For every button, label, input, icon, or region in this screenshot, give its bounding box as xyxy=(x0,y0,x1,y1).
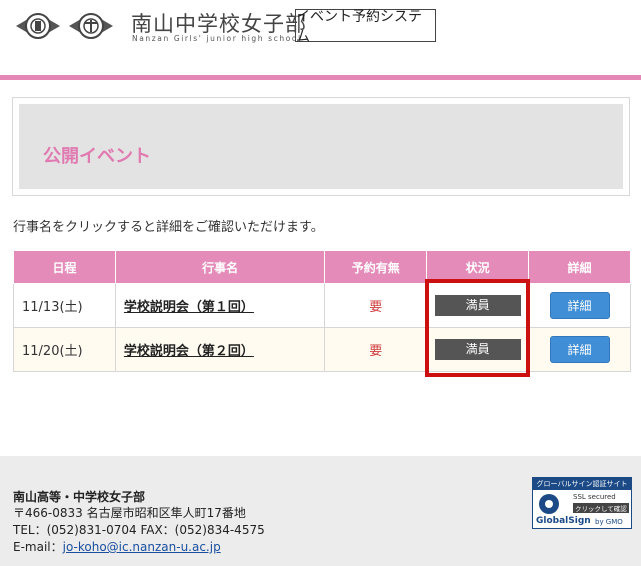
event-name-cell: 学校説明会（第２回） xyxy=(114,327,326,372)
system-name-box[interactable]: イベント予約システム xyxy=(295,9,436,45)
title-panel: 公開イベント xyxy=(19,104,623,189)
footer-school-name: 南山高等・中学校女子部 xyxy=(13,490,146,504)
column-header-detail: 詳細 xyxy=(528,250,631,284)
table-header-row: 日程 行事名 予約有無 状況 詳細 xyxy=(13,250,631,284)
column-header-date: 日程 xyxy=(13,250,116,284)
detail-button[interactable]: 詳細 xyxy=(549,292,610,319)
event-date: 11/13(土) xyxy=(13,283,116,328)
badge-title: グローバルサイン認証サイト xyxy=(533,478,631,490)
table-row: 11/13(土) 学校説明会（第１回） 要 満員 詳細 xyxy=(13,283,631,328)
eye-icon xyxy=(539,494,559,514)
column-header-event: 行事名 xyxy=(114,250,326,284)
footer-address: 〒466-0833 名古屋市昭和区隼人町17番地 xyxy=(13,506,246,520)
header-divider xyxy=(0,75,641,80)
badge-click-text: クリックして確認 xyxy=(573,503,629,513)
event-name-link[interactable]: 学校説明会（第２回） xyxy=(124,344,254,359)
badge-gmo: by GMO xyxy=(595,518,623,526)
title-frame: 公開イベント xyxy=(12,97,630,196)
detail-cell: 詳細 xyxy=(528,327,631,372)
status-highlight-box xyxy=(425,279,530,377)
table-row: 11/20(土) 学校説明会（第２回） 要 満員 詳細 xyxy=(13,327,631,372)
footer-email-link[interactable]: jo-koho@ic.nanzan-u.ac.jp xyxy=(63,540,221,554)
event-name-link[interactable]: 学校説明会（第１回） xyxy=(124,300,254,315)
school-subtitle: Nanzan Girls' junior high school xyxy=(132,34,302,43)
badge-brand: GlobalSign xyxy=(536,516,591,526)
reservation-required: 要 xyxy=(324,327,428,372)
page-title: 公開イベント xyxy=(43,146,151,167)
footer-email-label: E-mail： xyxy=(13,540,63,554)
footer-phone: TEL：(052)831-0704 FAX：(052)834-4575 xyxy=(13,523,265,537)
detail-cell: 詳細 xyxy=(528,283,631,328)
footer-email-line: E-mail：jo-koho@ic.nanzan-u.ac.jp xyxy=(13,538,221,555)
site-footer: 南山高等・中学校女子部 〒466-0833 名古屋市昭和区隼人町17番地 TEL… xyxy=(0,456,641,566)
school-emblem-icon xyxy=(16,13,60,39)
school-emblem-icon xyxy=(69,13,113,39)
column-header-reservation: 予約有無 xyxy=(324,250,428,284)
event-table: 日程 行事名 予約有無 状況 詳細 11/13(土) 学校説明会（第１回） 要 … xyxy=(13,250,631,372)
detail-button[interactable]: 詳細 xyxy=(549,336,610,363)
event-name-cell: 学校説明会（第１回） xyxy=(114,283,326,328)
badge-ssl-text: SSL secured xyxy=(573,493,616,501)
intro-text: 行事名をクリックすると詳細をご確認いただけます。 xyxy=(13,220,324,235)
globalsign-badge[interactable]: グローバルサイン認証サイト SSL secured クリックして確認 Globa… xyxy=(532,477,632,529)
reservation-required: 要 xyxy=(324,283,428,328)
event-date: 11/20(土) xyxy=(13,327,116,372)
site-header: 南山中学校女子部 Nanzan Girls' junior high schoo… xyxy=(0,0,641,76)
